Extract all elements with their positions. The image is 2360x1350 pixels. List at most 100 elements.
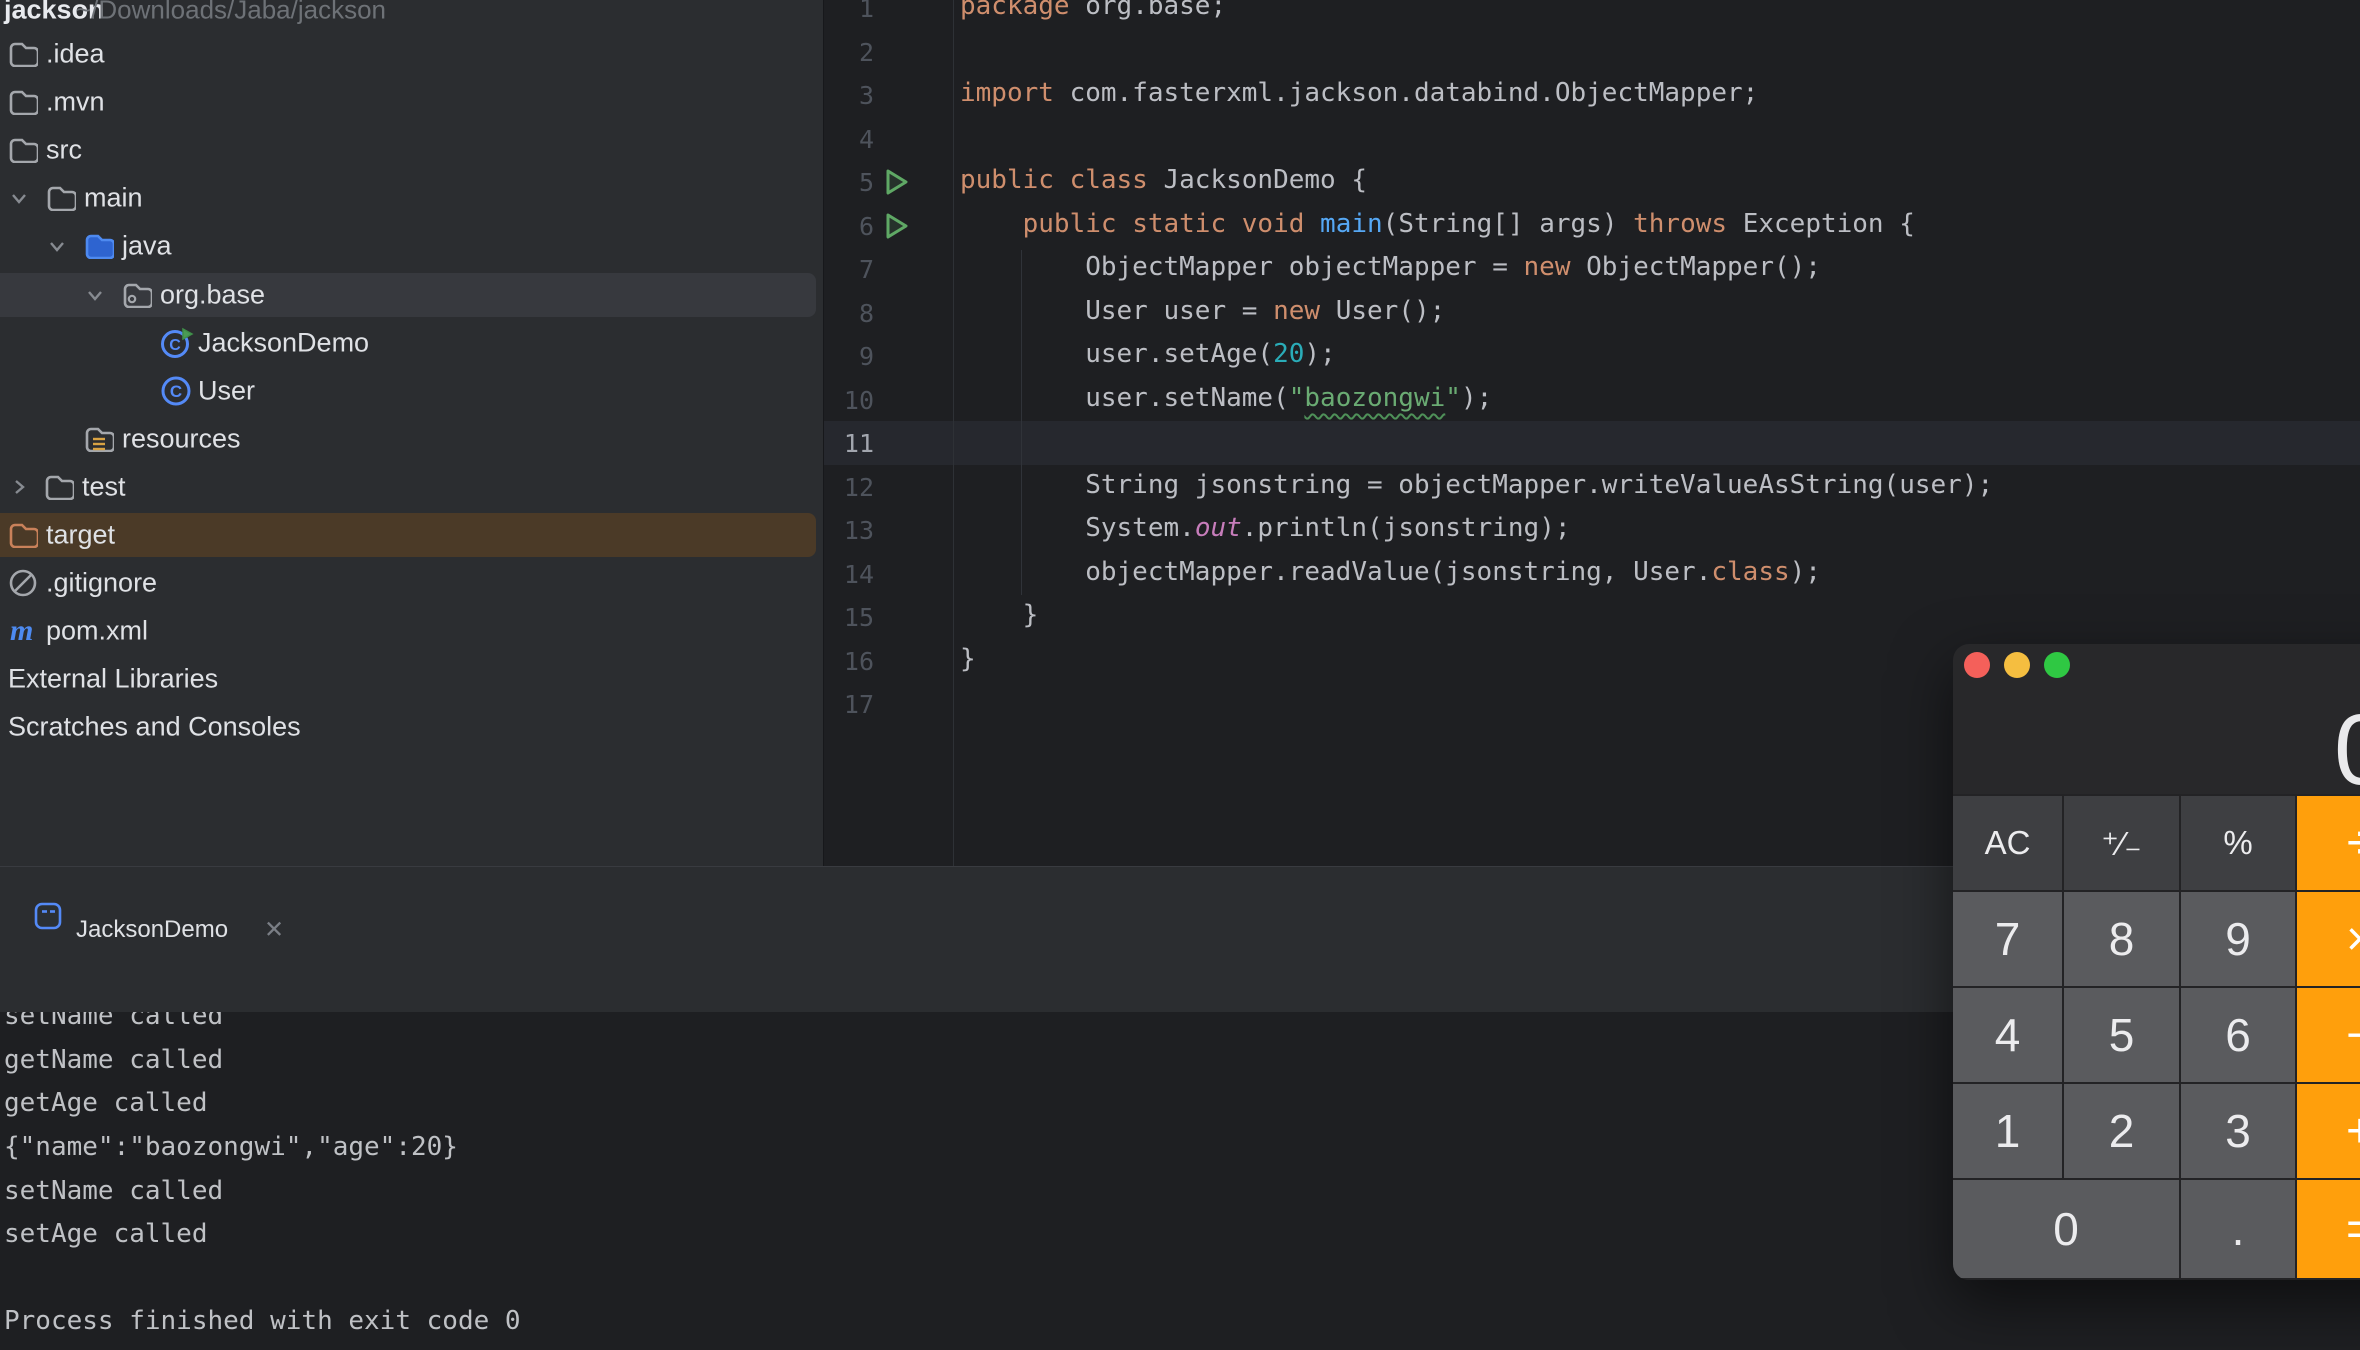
chevron-right-icon[interactable] <box>8 476 30 498</box>
svg-text:C: C <box>169 337 181 354</box>
code-line[interactable]: String jsonstring = objectMapper.writeVa… <box>960 470 1993 500</box>
calc-key-4[interactable]: 4 <box>1953 988 2062 1082</box>
calc-key-5[interactable]: 5 <box>2064 988 2179 1082</box>
code-token: " <box>1445 383 1461 413</box>
calc-key-sign[interactable]: ⁺⁄₋ <box>2064 796 2179 890</box>
calc-key-1[interactable]: 1 <box>1953 1084 2062 1178</box>
code-token: ObjectMapper(); <box>1571 252 1821 282</box>
calc-key-multiply[interactable]: × <box>2297 892 2360 986</box>
code-line[interactable]: ObjectMapper objectMapper = new ObjectMa… <box>960 252 1821 282</box>
tree-item-jacksondemo[interactable]: CJacksonDemo <box>0 319 823 367</box>
tree-item-label: User <box>198 375 255 406</box>
folder-icon <box>8 89 38 115</box>
tree-item-label: External Libraries <box>8 664 218 695</box>
tree-item-org-base[interactable]: org.base <box>0 271 823 319</box>
traffic-light-zoom[interactable] <box>2044 652 2070 678</box>
svg-text:C: C <box>170 382 182 401</box>
code-line[interactable]: objectMapper.readValue(jsonstring, User.… <box>960 557 1821 587</box>
tree-item-test[interactable]: test <box>0 463 823 511</box>
calc-key-plus[interactable]: + <box>2297 1084 2360 1178</box>
tree-item-user[interactable]: C User <box>0 367 823 415</box>
tree-item-main[interactable]: main <box>0 174 823 222</box>
console-line: Process finished with exit code 0 <box>4 1306 521 1336</box>
project-root-row[interactable]: jackson ~/Downloads/Jaba/jackson <box>0 0 823 34</box>
code-line[interactable]: User user = new User(); <box>960 296 1445 326</box>
code-token: new <box>1524 252 1571 282</box>
close-icon[interactable]: ✕ <box>264 916 284 945</box>
tree-item--gitignore[interactable]: .gitignore <box>0 559 823 607</box>
project-root-path: ~/Downloads/Jaba/jackson <box>76 0 386 26</box>
calc-key-3[interactable]: 3 <box>2181 1084 2295 1178</box>
code-line[interactable]: import com.fasterxml.jackson.databind.Ob… <box>960 78 1758 108</box>
code-line[interactable]: } <box>960 600 1038 630</box>
folder-icon <box>8 41 38 67</box>
code-token: ObjectMapper objectMapper = <box>960 252 1524 282</box>
tree-item-external-libraries[interactable]: External Libraries <box>0 655 823 703</box>
calc-key-equals[interactable]: = <box>2297 1180 2360 1278</box>
tree-item--mvn[interactable]: .mvn <box>0 78 823 126</box>
tree-item-java[interactable]: java <box>0 222 823 270</box>
tree-item-scratches-and-consoles[interactable]: Scratches and Consoles <box>0 703 823 751</box>
calc-key-7[interactable]: 7 <box>1953 892 2062 986</box>
code-token: String jsonstring = objectMapper.writeVa… <box>960 470 1993 500</box>
run-console-icon <box>34 902 62 935</box>
traffic-light-close[interactable] <box>1964 652 1990 678</box>
code-line[interactable]: user.setName("baozongwi"); <box>960 383 1492 413</box>
chevron-down-icon[interactable] <box>8 187 30 209</box>
code-line[interactable]: System.out.println(jsonstring); <box>960 513 1571 543</box>
project-tree-panel[interactable]: jackson ~/Downloads/Jaba/jackson .idea .m… <box>0 0 823 866</box>
code-line[interactable]: public class JacksonDemo { <box>960 165 1367 195</box>
code-token: " <box>1289 383 1305 413</box>
code-token: } <box>960 600 1038 630</box>
chevron-down-icon[interactable] <box>84 284 106 306</box>
line-number: 14 <box>824 560 874 589</box>
tree-item-label: pom.xml <box>46 616 148 647</box>
console-line: getAge called <box>4 1088 208 1118</box>
tree-item-pom-xml[interactable]: mpom.xml <box>0 607 823 655</box>
code-line[interactable]: } <box>960 644 976 674</box>
code-token: (String[] args) <box>1383 209 1633 239</box>
tree-item-label: org.base <box>160 279 265 310</box>
chevron-down-icon[interactable] <box>46 235 68 257</box>
code-token: out <box>1195 513 1242 543</box>
folder-java-icon <box>84 233 114 259</box>
run-tab-jacksondemo[interactable]: JacksonDemo ✕ <box>20 899 300 961</box>
line-number: 13 <box>824 516 874 545</box>
calculator-window[interactable]: 0 AC⁺⁄₋%÷ 789× 456− 123+0.= <box>1953 644 2360 1280</box>
tree-item-resources[interactable]: resources <box>0 415 823 463</box>
code-token: 20 <box>1273 339 1304 369</box>
calculator-keypad: AC⁺⁄₋%÷ 789× 456− 123+0.= <box>1953 794 2360 1280</box>
calc-key-divide[interactable]: ÷ <box>2297 796 2360 890</box>
code-token: System. <box>960 513 1195 543</box>
code-token: throws <box>1633 209 1727 239</box>
tree-item-label: main <box>84 183 143 214</box>
run-arrow-icon[interactable] <box>884 168 908 194</box>
tree-item-src[interactable]: src <box>0 126 823 174</box>
line-number: 10 <box>824 386 874 415</box>
tree-item-label: Scratches and Consoles <box>8 712 301 743</box>
traffic-light-minimize[interactable] <box>2004 652 2030 678</box>
code-token <box>1304 209 1320 239</box>
calc-key-0[interactable]: 0 <box>1953 1180 2179 1278</box>
tree-item--idea[interactable]: .idea <box>0 30 823 78</box>
calc-key-AC[interactable]: AC <box>1953 796 2062 890</box>
code-line[interactable]: package org.base; <box>960 0 1226 21</box>
folder-icon <box>8 137 38 163</box>
calc-key-2[interactable]: 2 <box>2064 1084 2179 1178</box>
tree-item-label: .mvn <box>46 87 105 118</box>
calc-key-dot[interactable]: . <box>2181 1180 2295 1278</box>
calc-key-percent[interactable]: % <box>2181 796 2295 890</box>
code-line[interactable]: public static void main(String[] args) t… <box>960 209 1915 239</box>
resources-folder-icon <box>84 426 114 452</box>
run-arrow-icon[interactable] <box>884 212 908 238</box>
calc-key-minus[interactable]: − <box>2297 988 2360 1082</box>
folder-icon <box>44 474 74 500</box>
code-token: org.base; <box>1070 0 1227 21</box>
calc-key-9[interactable]: 9 <box>2181 892 2295 986</box>
calc-key-6[interactable]: 6 <box>2181 988 2295 1082</box>
console-output[interactable]: setName calledgetName calledgetAge calle… <box>0 1012 1953 1350</box>
line-number: 17 <box>824 690 874 719</box>
code-line[interactable]: user.setAge(20); <box>960 339 1336 369</box>
tree-item-target[interactable]: target <box>0 511 823 559</box>
calc-key-8[interactable]: 8 <box>2064 892 2179 986</box>
